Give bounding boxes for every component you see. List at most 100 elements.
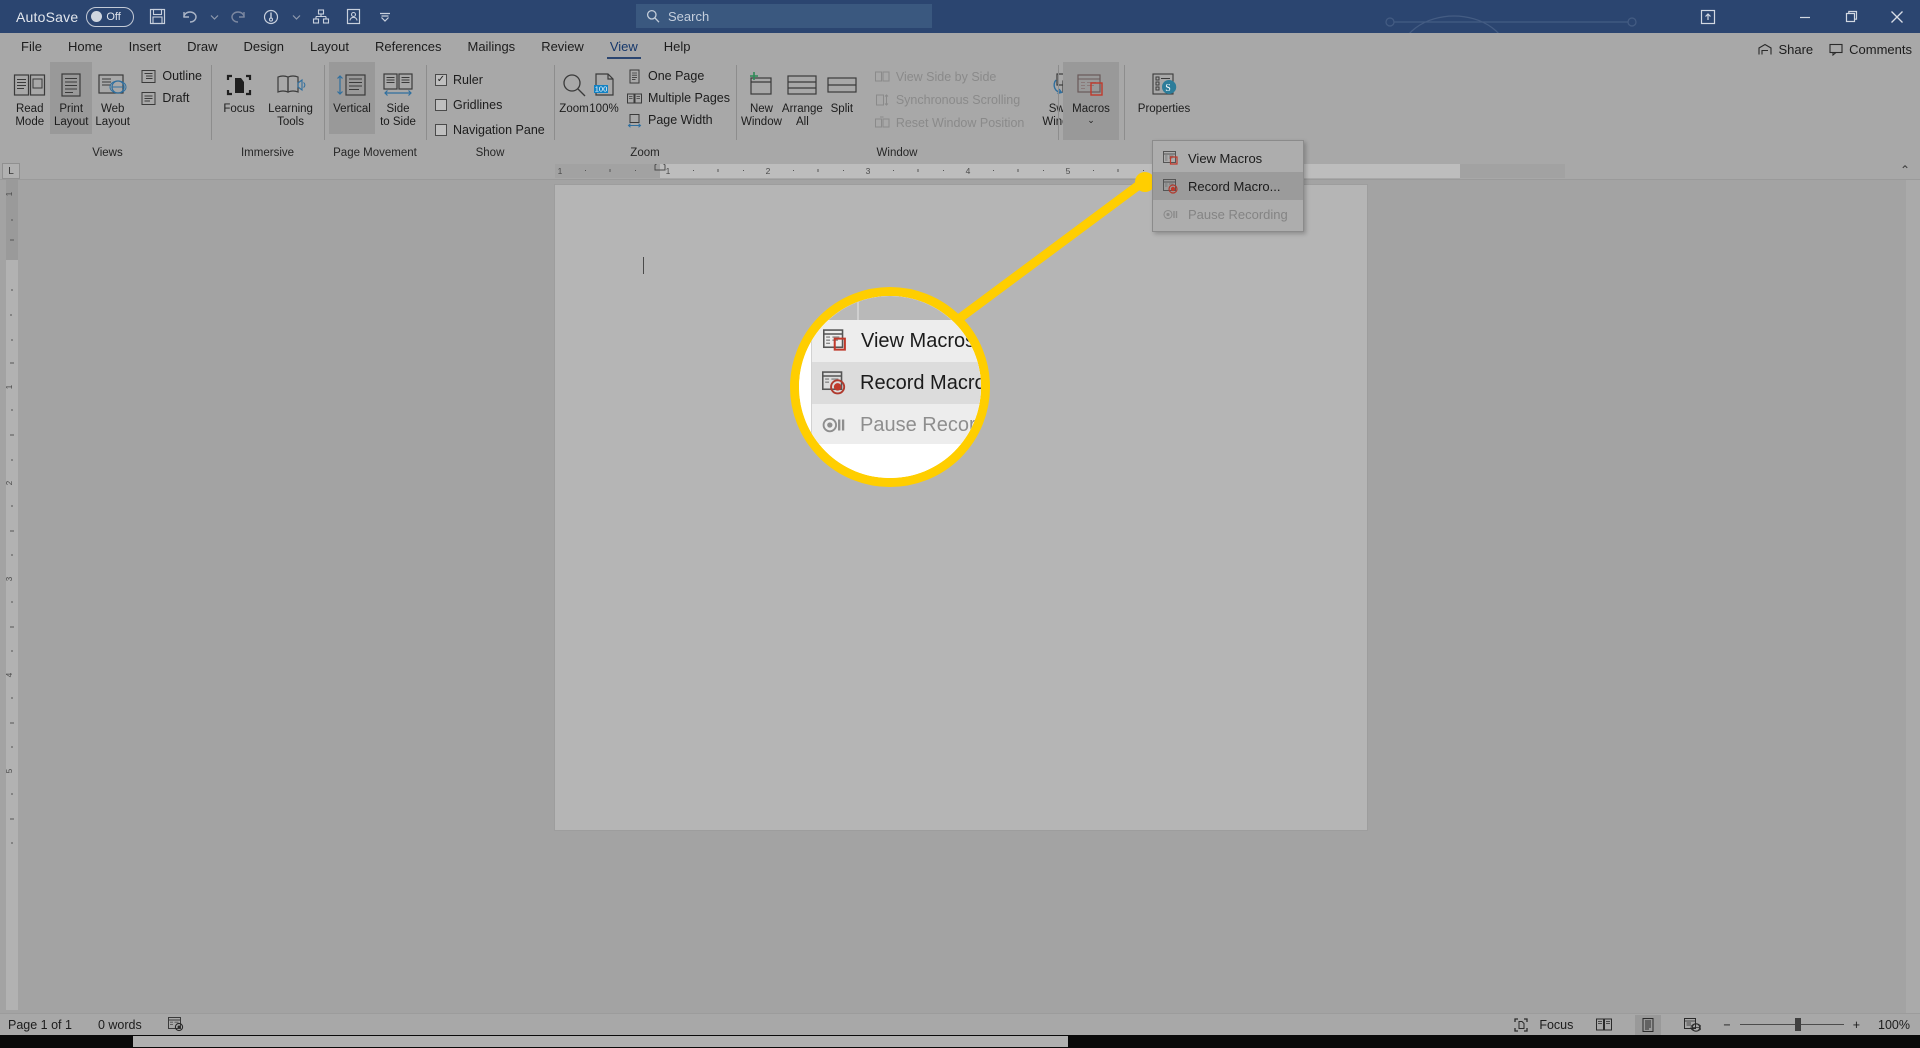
magnified-pause-recording-label: Pause Recordin xyxy=(860,413,990,436)
svg-text:4: 4 xyxy=(6,672,14,677)
save-icon[interactable] xyxy=(142,3,172,31)
multiple-pages-button[interactable]: Multiple Pages xyxy=(623,88,734,108)
focus-mode-button[interactable]: Focus xyxy=(1514,1018,1573,1032)
synchronous-scrolling-label: Synchronous Scrolling xyxy=(895,93,1021,107)
focus-label: Focus xyxy=(1539,1017,1574,1032)
read-mode-view-button[interactable] xyxy=(1591,1015,1617,1035)
read-mode-button[interactable]: Read Mode xyxy=(9,62,50,134)
zoom-label: Zoom xyxy=(559,103,589,115)
zoom-slider-knob[interactable] xyxy=(1794,1018,1801,1031)
print-layout-view-button[interactable] xyxy=(1635,1014,1662,1035)
zoom-slider[interactable]: − + xyxy=(1723,1018,1860,1032)
side-to-side-button[interactable]: Side to Side xyxy=(375,62,421,134)
tab-stop-selector[interactable]: L xyxy=(2,163,20,179)
svg-text:5: 5 xyxy=(6,768,14,773)
ribbon-display-options-button[interactable] xyxy=(1686,0,1730,33)
restore-button[interactable] xyxy=(1828,0,1874,33)
view-side-by-side-icon xyxy=(874,70,890,84)
tab-file[interactable]: File xyxy=(8,36,55,59)
tab-home[interactable]: Home xyxy=(55,36,116,59)
draft-icon xyxy=(141,91,156,106)
share-button[interactable]: Share xyxy=(1758,42,1813,57)
search-input[interactable]: Search xyxy=(636,4,932,28)
outline-button[interactable]: Outline xyxy=(137,66,206,86)
close-button[interactable] xyxy=(1874,0,1920,33)
group-label-show: Show xyxy=(475,147,505,159)
new-window-button[interactable]: New Window xyxy=(741,62,782,134)
ribbon: Read Mode Print Layout Web Layout Outlin… xyxy=(0,59,1920,162)
zoom-level-label[interactable]: 100% xyxy=(1878,1018,1910,1032)
pause-recording-icon xyxy=(1163,207,1179,222)
autosave-switch[interactable]: Off xyxy=(86,6,135,27)
web-layout-view-button[interactable] xyxy=(1679,1015,1705,1035)
autosave-state-label: Off xyxy=(106,10,121,23)
zoom-button[interactable]: Zoom xyxy=(559,62,589,134)
macros-button[interactable]: Macros ⌄ xyxy=(1063,62,1119,140)
tab-help[interactable]: Help xyxy=(651,36,704,59)
vertical-scrollbar[interactable] xyxy=(1906,180,1920,1018)
learning-tools-button[interactable]: Learning Tools xyxy=(262,62,319,134)
one-page-button[interactable]: One Page xyxy=(623,66,734,86)
proofing-errors-icon[interactable] xyxy=(167,1017,185,1032)
ruler-checkbox-row[interactable]: ✓ Ruler xyxy=(431,70,549,90)
reset-window-position-icon xyxy=(874,116,890,130)
vertical-ruler[interactable]: 1 1 2 3 4 5 xyxy=(6,180,18,1010)
svg-text:3: 3 xyxy=(866,166,871,176)
page-indicator[interactable]: Page 1 of 1 xyxy=(8,1018,72,1032)
split-button[interactable]: Split xyxy=(823,62,861,134)
comments-label: Comments xyxy=(1849,42,1912,57)
zoom-slider-track[interactable] xyxy=(1739,1018,1844,1031)
customize-quick-access-toolbar-icon[interactable] xyxy=(370,3,400,31)
ruler-checkbox[interactable]: ✓ xyxy=(435,74,447,86)
zoom-out-button[interactable]: − xyxy=(1723,1018,1730,1032)
horizontal-ruler-bar: L 112 345 67 ⌃ xyxy=(0,162,1920,180)
navigation-pane-checkbox-row[interactable]: Navigation Pane xyxy=(431,120,549,140)
tab-mailings[interactable]: Mailings xyxy=(455,36,529,59)
tab-draw[interactable]: Draw xyxy=(174,36,230,59)
tab-review[interactable]: Review xyxy=(528,36,597,59)
redo-icon[interactable] xyxy=(224,3,254,31)
new-window-label: New Window xyxy=(741,103,782,128)
tab-references[interactable]: References xyxy=(362,36,454,59)
properties-button[interactable]: S Properties xyxy=(1129,62,1199,134)
organization-chart-icon[interactable] xyxy=(306,3,336,31)
web-layout-button[interactable]: Web Layout xyxy=(92,62,133,134)
tab-insert[interactable]: Insert xyxy=(116,36,175,59)
tab-layout[interactable]: Layout xyxy=(297,36,362,59)
autosave-toggle[interactable]: AutoSave Off xyxy=(14,6,140,27)
tab-design[interactable]: Design xyxy=(231,36,297,59)
undo-dropdown-caret-icon[interactable] xyxy=(206,3,222,31)
print-layout-button[interactable]: Print Layout xyxy=(50,62,92,134)
pause-recording-icon xyxy=(822,413,847,437)
collapse-ribbon-icon[interactable]: ⌃ xyxy=(1900,163,1910,177)
read-mode-label: Read Mode xyxy=(15,103,45,128)
word-count[interactable]: 0 words xyxy=(98,1018,142,1032)
macros-caret-icon[interactable]: ⌄ xyxy=(1087,116,1095,125)
focus-button[interactable]: Focus xyxy=(216,62,262,134)
touch-mode-icon[interactable] xyxy=(256,3,286,31)
draft-button[interactable]: Draft xyxy=(137,88,206,108)
comments-button[interactable]: Comments xyxy=(1829,42,1912,57)
zoom-100-button[interactable]: 100 100% xyxy=(589,62,619,134)
group-label-window: Window xyxy=(876,147,918,159)
tab-view[interactable]: View xyxy=(597,36,651,59)
card-icon[interactable] xyxy=(338,3,368,31)
menu-item-view-macros[interactable]: View Macros xyxy=(1153,144,1303,172)
touch-mode-caret-icon[interactable] xyxy=(288,3,304,31)
page-width-button[interactable]: Page Width xyxy=(623,110,734,130)
arrange-all-button[interactable]: Arrange All xyxy=(782,62,823,134)
zoom-in-button[interactable]: + xyxy=(1853,1018,1860,1032)
zoom-slider-line xyxy=(1739,1024,1844,1025)
learning-tools-label: Learning Tools xyxy=(268,103,313,128)
minimize-button[interactable] xyxy=(1782,0,1828,33)
ribbon-right-actions: Share Comments xyxy=(1758,42,1912,57)
menu-item-record-macro[interactable]: Record Macro... xyxy=(1153,172,1303,200)
undo-icon[interactable] xyxy=(174,3,204,31)
document-page[interactable] xyxy=(554,184,1368,831)
vertical-button[interactable]: Vertical xyxy=(329,62,375,134)
search-placeholder: Search xyxy=(668,8,710,24)
gridlines-checkbox[interactable] xyxy=(435,99,447,111)
gridlines-checkbox-row[interactable]: Gridlines xyxy=(431,95,549,115)
horizontal-ruler[interactable]: 112 345 67 xyxy=(555,164,1565,178)
navigation-pane-checkbox[interactable] xyxy=(435,124,447,136)
